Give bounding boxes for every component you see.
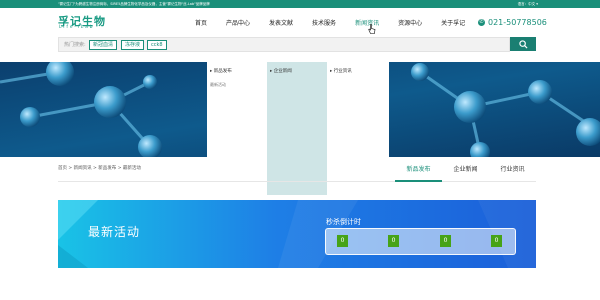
top-notice-text: "雾记生门"为跨越生物注册商标，SIRE5品牌生物化学品及仪器，主营"雾记生物"…: [58, 2, 210, 6]
dropdown-item-industry-news[interactable]: ▸ 行业资讯: [330, 68, 352, 74]
nav-item-resources[interactable]: 资源中心: [398, 18, 422, 27]
hot-search-label: 热门搜索:: [64, 42, 86, 48]
search-button[interactable]: [510, 37, 536, 51]
nav-item-about[interactable]: 关于孚记: [441, 18, 465, 27]
site-header: 孚记生物 Life-iLab 首页 产品中心 发表文献 技术服务 新闻资讯 资源…: [0, 8, 600, 34]
top-notice-bar: "雾记生门"为跨越生物注册商标，SIRE5品牌生物化学品及仪器，主营"雾记生物"…: [0, 0, 600, 8]
hot-tag-serum[interactable]: 新冠血清: [89, 40, 118, 50]
countdown-digit-hours: 0: [388, 235, 399, 247]
search-input[interactable]: 热门搜索: 新冠血清 冻存液 cck8: [58, 37, 510, 52]
hot-tag-cryo[interactable]: 冻存液: [121, 40, 145, 50]
divider: [58, 181, 536, 182]
hot-tag-cck8[interactable]: cck8: [147, 40, 167, 50]
tab-company-news[interactable]: 企业新闻: [442, 164, 489, 173]
phone-contact: ✆ 021-50778506: [478, 18, 547, 27]
site-logo[interactable]: 孚记生物 Life-iLab: [58, 13, 114, 31]
promo-title: 最新活动: [88, 225, 141, 239]
dropdown-item-company-news[interactable]: ▸ 企业新闻: [270, 68, 292, 74]
dropdown-col-new-products: ▸ 新品发布 最新活动: [207, 62, 267, 157]
active-tab-indicator: [395, 180, 442, 182]
language-selector[interactable]: 语言：中文 ▾: [518, 0, 538, 8]
dropdown-item-new-products[interactable]: ▸ 新品发布: [210, 68, 232, 74]
mouse-pointer-icon: [368, 24, 376, 34]
logo-name-en: Life-iLab: [59, 25, 95, 30]
tab-new-products[interactable]: 新品发布: [395, 164, 442, 173]
countdown-digit-seconds: 0: [491, 235, 502, 247]
phone-number: 021-50778506: [488, 18, 547, 27]
tab-industry-news[interactable]: 行业资讯: [489, 164, 536, 173]
nav-item-services[interactable]: 技术服务: [312, 18, 336, 27]
main-nav: 首页 产品中心 发表文献 技术服务 新闻资讯 资源中心 关于孚记: [195, 18, 484, 27]
dropdown-col-industry-news: ▸ 行业资讯: [327, 62, 389, 157]
countdown-digit-minutes: 0: [440, 235, 451, 247]
search-icon: [518, 39, 528, 49]
nav-item-home[interactable]: 首页: [195, 18, 207, 27]
page: "雾记生门"为跨越生物注册商标，SIRE5品牌生物化学品及仪器，主营"雾记生物"…: [0, 0, 600, 300]
news-tabs: 新品发布 企业新闻 行业资讯: [395, 158, 536, 180]
dropdown-subitem-latest-activity[interactable]: 最新活动: [210, 82, 226, 88]
nav-item-products[interactable]: 产品中心: [226, 18, 250, 27]
phone-icon: ✆: [478, 19, 485, 26]
nav-item-publications[interactable]: 发表文献: [269, 18, 293, 27]
countdown-box: [325, 228, 516, 255]
dropdown-col-company-news: ▸ 企业新闻: [267, 62, 327, 195]
countdown-label: 秒杀倒计时: [326, 218, 361, 226]
countdown-digit-days: 0: [337, 235, 348, 247]
breadcrumb: 首页 > 新闻资讯 > 新品发布 > 最新活动: [58, 166, 141, 171]
